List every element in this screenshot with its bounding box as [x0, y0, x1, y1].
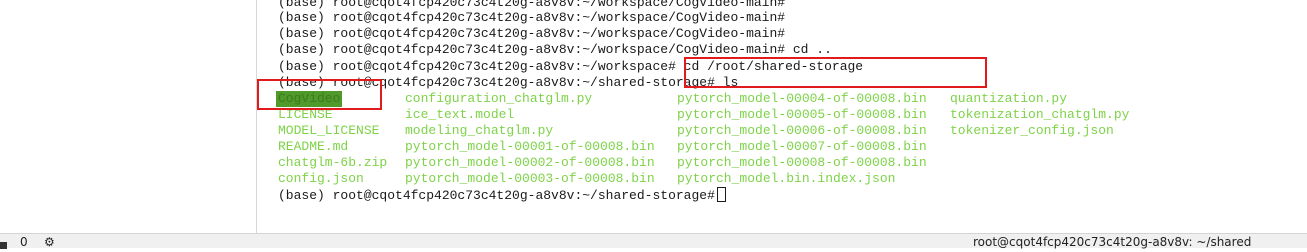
session-title: root@cqot4fcp420c73c4t20g-a8v8v: ~/share… — [973, 235, 1252, 249]
ls-directory-item: CogVideo — [276, 91, 343, 107]
ls-file-item: ice_text.model — [405, 107, 515, 122]
ls-file-item: pytorch_model-00003-of-00008.bin — [405, 171, 655, 186]
ls-file-item: pytorch_model-00005-of-00008.bin — [677, 107, 927, 122]
ls-file-item: tokenization_chatglm.py — [950, 107, 1130, 122]
ls-file-item: MODEL_LICENSE — [278, 123, 380, 138]
ls-file-item: tokenizer_config.json — [950, 123, 1114, 138]
gear-icon[interactable]: ⚙ — [44, 235, 55, 249]
terminal-window[interactable]: (base) root@cqot4fcp420c73c4t20g-a8v8v:~… — [256, 0, 1307, 233]
ls-file-item: pytorch_model-00008-of-00008.bin — [677, 155, 927, 170]
ls-file-item: LICENSE — [278, 107, 333, 122]
terminal-line: (base) root@cqot4fcp420c73c4t20g-a8v8v:~… — [278, 75, 739, 90]
left-pane — [0, 0, 256, 233]
ls-file-item: pytorch_model.bin.index.json — [677, 171, 896, 186]
terminal-line: (base) root@cqot4fcp420c73c4t20g-a8v8v:~… — [278, 10, 786, 25]
square-icon — [0, 238, 7, 252]
ls-file-item: pytorch_model-00007-of-00008.bin — [677, 139, 927, 154]
terminal-line: (base) root@cqot4fcp420c73c4t20g-a8v8v:~… — [278, 26, 786, 41]
ls-file-item: pytorch_model-00002-of-00008.bin — [405, 155, 655, 170]
ls-file-item: pytorch_model-00006-of-00008.bin — [677, 123, 927, 138]
ls-file-item: quantization.py — [950, 91, 1068, 106]
terminal-prompt-line[interactable]: (base) root@cqot4fcp420c73c4t20g-a8v8v:~… — [278, 187, 726, 203]
ls-file-item: README.md — [278, 139, 349, 154]
status-bar: 0 ⚙ root@cqot4fcp420c73c4t20g-a8v8v: ~/s… — [0, 233, 1307, 249]
ls-file-item: configuration_chatglm.py — [405, 91, 593, 106]
ls-file-item: pytorch_model-00004-of-00008.bin — [677, 91, 927, 106]
ls-file-item: chatglm-6b.zip — [278, 155, 388, 170]
terminal-line: (base) root@cqot4fcp420c73c4t20g-a8v8v:~… — [278, 42, 832, 57]
ls-file-item: config.json — [278, 171, 364, 186]
terminal-cursor — [716, 187, 726, 202]
terminal-prompt: (base) root@cqot4fcp420c73c4t20g-a8v8v:~… — [278, 188, 715, 203]
status-count: 0 — [20, 235, 28, 249]
ls-file-item: modeling_chatglm.py — [405, 123, 554, 138]
terminal-line: (base) root@cqot4fcp420c73c4t20g-a8v8v:~… — [278, 59, 864, 74]
ls-file-item: pytorch_model-00001-of-00008.bin — [405, 139, 655, 154]
